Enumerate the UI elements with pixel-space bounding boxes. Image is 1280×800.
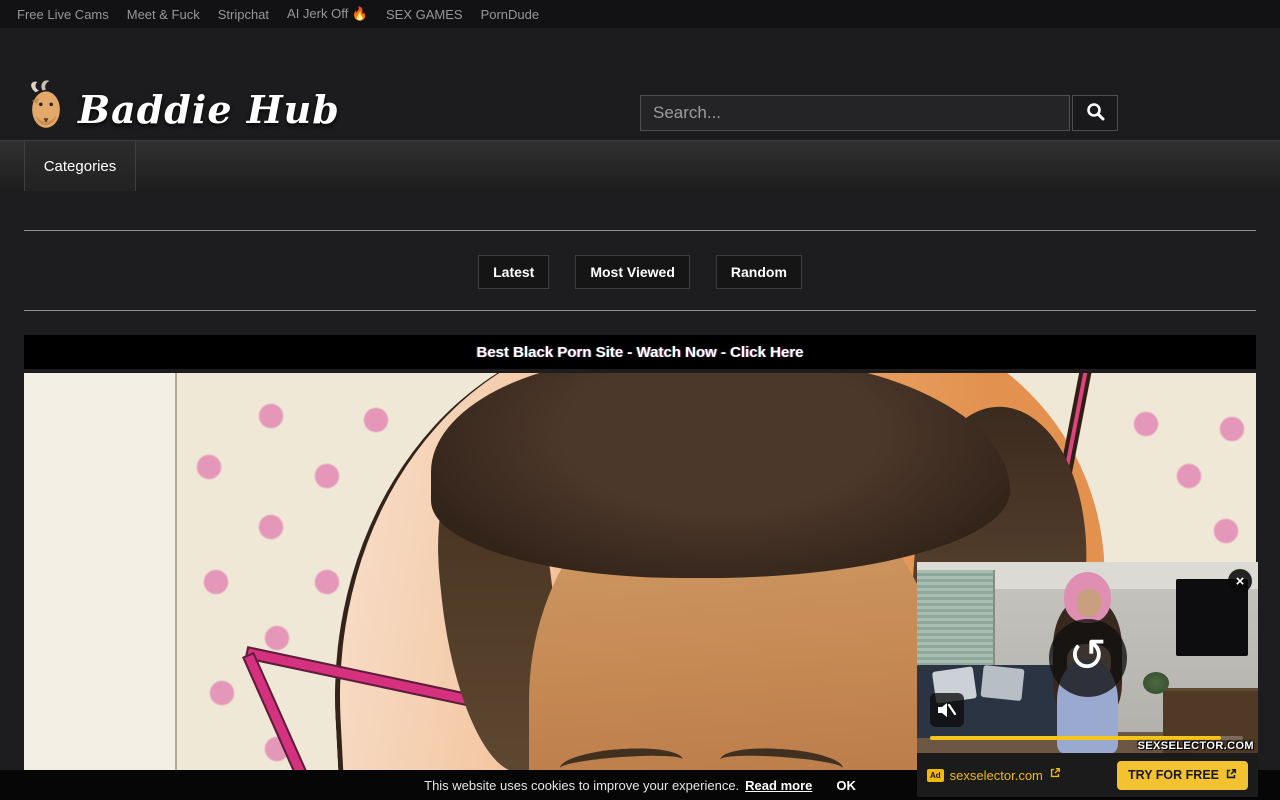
video-ad-overlay: ↺ SEXSELECTOR.COM × Ad sexselector.com (917, 562, 1258, 797)
ad-close-button[interactable]: × (1228, 569, 1252, 593)
ad-site-label: sexselector.com (950, 768, 1043, 783)
ad-video-player[interactable]: ↺ SEXSELECTOR.COM × (917, 562, 1258, 753)
search-button[interactable] (1072, 95, 1118, 131)
replay-icon[interactable]: ↺ (1049, 619, 1127, 697)
promo-link-sex-games[interactable]: SEX GAMES (377, 7, 472, 22)
cookie-ok-button[interactable]: OK (836, 778, 856, 793)
replay-glyph: ↺ (1068, 628, 1107, 682)
search-input[interactable] (640, 95, 1070, 131)
external-link-icon (1225, 768, 1237, 783)
promo-link-meet-and-fuck[interactable]: Meet & Fuck (118, 7, 209, 22)
sort-filter-row: Latest Most Viewed Random (0, 255, 1280, 289)
external-link-icon (1049, 766, 1061, 784)
search-bar (640, 95, 1118, 131)
close-icon: × (1236, 573, 1245, 590)
nav-item-categories-label: Categories (44, 158, 117, 175)
cookie-message: This website uses cookies to improve you… (424, 778, 739, 793)
text-ad-banner-label: Best Black Porn Site - Watch Now - Click… (476, 344, 803, 361)
thumb-hair-top (431, 373, 1010, 578)
goat-icon (20, 78, 72, 141)
ad-site-link[interactable]: Ad sexselector.com (927, 766, 1061, 784)
site-title: Baddie Hub (78, 87, 340, 132)
ad-person-face (1077, 589, 1101, 618)
promo-link-stripchat[interactable]: Stripchat (209, 7, 278, 22)
promo-link-ai-jerk-off[interactable]: AI Jerk Off 🔥 (278, 6, 377, 22)
main-nav: Categories (0, 140, 1280, 190)
filter-random-button[interactable]: Random (716, 255, 802, 289)
ad-scene-plant (1143, 672, 1169, 694)
ad-badge: Ad (927, 769, 944, 782)
separator-top (24, 230, 1256, 231)
filter-most-viewed-button[interactable]: Most Viewed (575, 255, 690, 289)
ad-info-bar: Ad sexselector.com TRY FOR FREE (917, 753, 1258, 797)
ad-cta-label: TRY FOR FREE (1128, 768, 1219, 782)
nav-item-categories[interactable]: Categories (24, 141, 136, 191)
ad-cta-button[interactable]: TRY FOR FREE (1117, 761, 1248, 790)
promo-link-porndude[interactable]: PornDude (472, 7, 549, 22)
promo-link-free-live-cams[interactable]: Free Live Cams (8, 7, 118, 22)
filter-latest-button[interactable]: Latest (478, 255, 549, 289)
site-header: Baddie Hub (0, 28, 1280, 140)
search-icon (1086, 102, 1105, 124)
top-promo-bar: Free Live Cams Meet & Fuck Stripchat AI … (0, 0, 1280, 28)
ad-scene-pillow (980, 665, 1024, 702)
ad-watermark: SEXSELECTOR.COM (1138, 740, 1254, 752)
cookie-read-more-link[interactable]: Read more (745, 778, 812, 793)
site-logo[interactable]: Baddie Hub (20, 78, 340, 141)
separator-bottom (24, 310, 1256, 311)
muted-audio-icon[interactable] (930, 693, 964, 727)
text-ad-banner[interactable]: Best Black Porn Site - Watch Now - Click… (24, 335, 1256, 369)
